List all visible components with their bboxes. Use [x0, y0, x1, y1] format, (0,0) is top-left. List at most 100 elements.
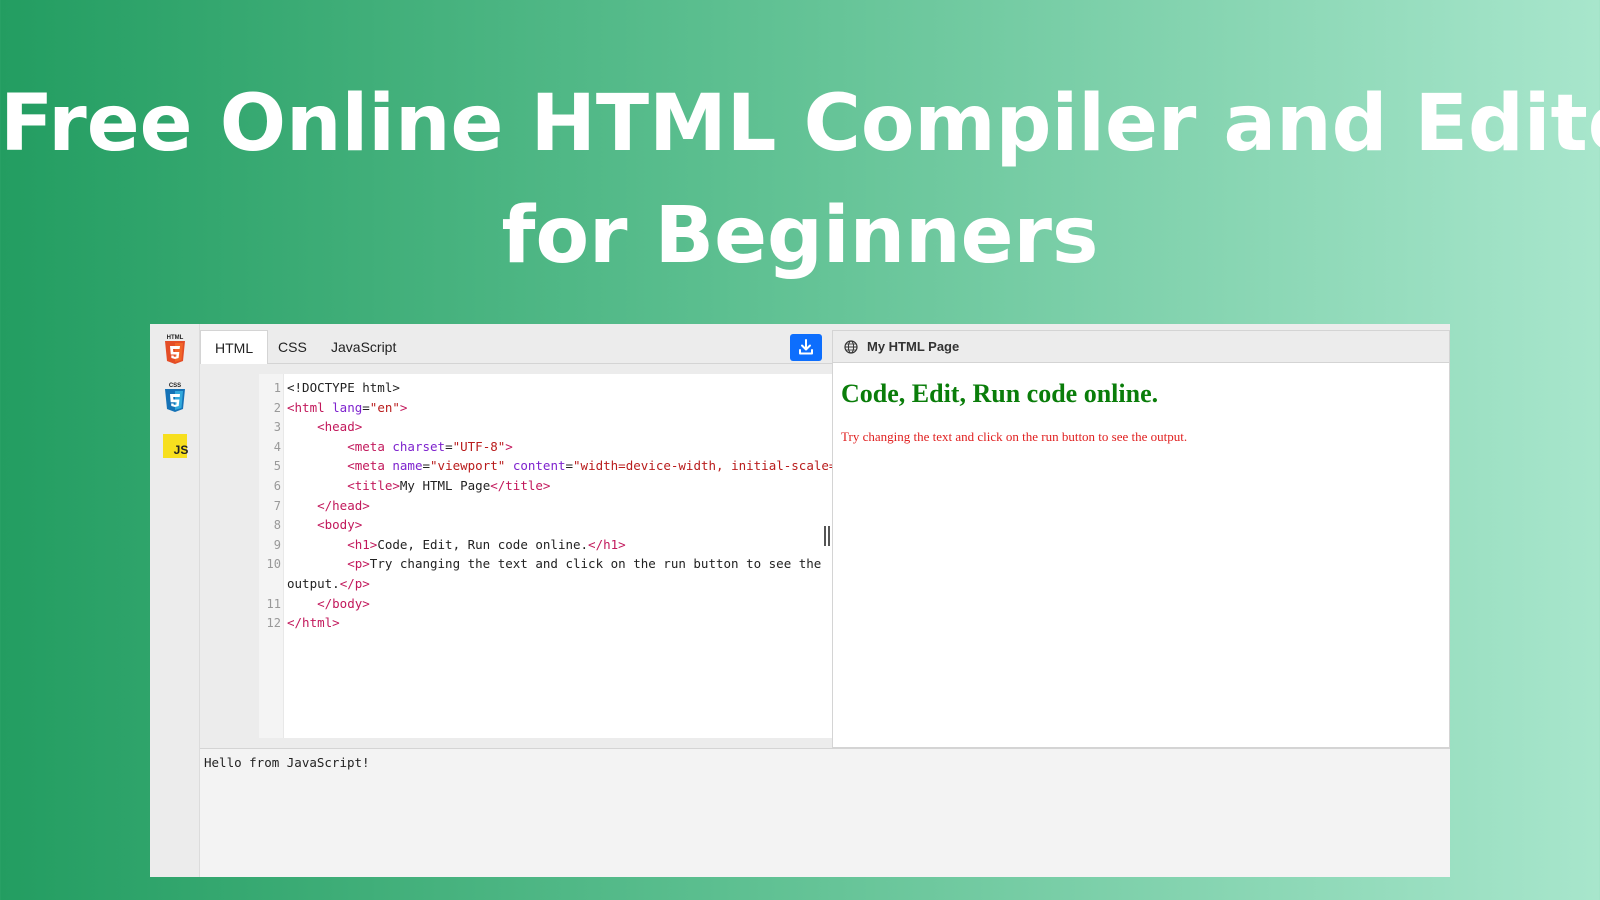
code-token: </body>	[317, 595, 370, 611]
code-token: =	[362, 399, 370, 415]
output-paragraph: Try changing the text and click on the r…	[841, 429, 1188, 444]
code-line-text: </html>	[287, 613, 340, 633]
sidebar-item-javascript[interactable]: JS	[158, 428, 192, 462]
code-token: output.	[287, 576, 340, 591]
line-number: 10	[266, 557, 281, 572]
tab-javascript[interactable]: JavaScript	[317, 330, 410, 364]
code-line-text: <head>	[287, 417, 362, 437]
code-token: Code, Edit, Run code online.	[377, 536, 589, 552]
code-token: >	[505, 438, 513, 454]
line-number: 11	[266, 596, 281, 611]
code-token: <title>	[347, 478, 400, 493]
pane-resize-handle[interactable]	[822, 524, 832, 548]
sidebar-item-html[interactable]: HTML	[158, 332, 192, 366]
code-line-text: <!DOCTYPE html>	[287, 378, 400, 398]
code-line[interactable]: 9 <h1>Code, Edit, Run code online.</h1>	[259, 535, 863, 555]
code-token: name	[392, 458, 423, 474]
code-line[interactable]: 4 <meta charset="UTF-8">	[259, 437, 863, 457]
code-line[interactable]: 2 <html lang="en">	[259, 398, 863, 418]
code-token: "en"	[369, 399, 400, 415]
line-number: 1	[273, 381, 281, 395]
code-editor[interactable]: 1 <!DOCTYPE html> 2 <html lang="en"> 3 <head…	[259, 374, 874, 738]
code-token: <html	[287, 399, 333, 415]
line-number: 9	[273, 537, 281, 552]
code-token: <head>	[317, 419, 363, 435]
code-token: <meta	[347, 458, 393, 474]
code-line-text: </head>	[287, 496, 370, 516]
download-button[interactable]	[790, 334, 822, 361]
code-token: >	[399, 399, 408, 415]
code-line-text: </body>	[287, 594, 370, 614]
code-line[interactable]: output.</p>	[259, 574, 863, 594]
code-token: </head>	[317, 497, 370, 513]
code-line[interactable]: 5 <meta name="viewport" content="width=d…	[259, 456, 874, 476]
code-line[interactable]: 7 </head>	[259, 496, 863, 516]
js-icon-label: JS	[174, 443, 189, 457]
preview-page-title: My HTML Page	[867, 339, 960, 354]
code-token: <h1>	[347, 536, 378, 552]
page-headline: Free Online HTML Compiler and Editor for…	[0, 68, 1600, 292]
code-token: Try changing the text and click on the r…	[369, 556, 822, 572]
line-number: 12	[266, 616, 281, 631]
download-icon	[799, 339, 813, 355]
editor-tab-bar: HTML CSS JavaScript	[200, 330, 832, 364]
tab-html[interactable]: HTML	[200, 330, 269, 364]
headline-line-1: Free Online HTML Compiler and Editor	[0, 79, 1600, 169]
code-token: "width=device-width, initial-scale=1.0"	[573, 458, 867, 474]
console-output-panel: Hello from JavaScript!	[200, 748, 1450, 877]
css-icon-label: CSS	[169, 383, 181, 389]
sidebar-item-css[interactable]: CSS	[158, 380, 192, 414]
line-number: 3	[273, 420, 281, 435]
code-token: <body>	[317, 517, 363, 533]
preview-title-bar: My HTML Page	[833, 331, 1449, 363]
code-token: lang	[332, 399, 363, 415]
line-number: 6	[273, 479, 281, 493]
code-line[interactable]: 10 <p>Try changing the text and click on…	[259, 554, 863, 574]
code-token: </h1>	[588, 536, 626, 552]
code-token: </p>	[339, 576, 370, 591]
line-number: 5	[273, 459, 281, 474]
code-line[interactable]: 8 <body>	[259, 515, 863, 535]
code-token: My HTML Page	[399, 478, 491, 493]
line-number: 8	[273, 518, 281, 533]
code-token: =	[445, 438, 453, 454]
line-number: 4	[273, 439, 281, 454]
code-line-text: output.</p>	[287, 574, 370, 594]
html-icon-label: HTML	[167, 335, 184, 341]
output-heading: Code, Edit, Run code online.	[841, 379, 1159, 408]
code-line[interactable]: 3 <head>	[259, 417, 863, 437]
code-token: <meta	[347, 438, 393, 454]
line-number: 7	[273, 498, 281, 513]
code-token: content	[512, 458, 566, 474]
output-preview-pane: My HTML Page Code, Edit, Run code online…	[832, 330, 1450, 748]
code-token: </html>	[287, 615, 340, 631]
code-line-text: <meta charset="UTF-8">	[287, 437, 513, 457]
code-line-text: <p>Try changing the text and click on th…	[287, 554, 821, 574]
line-number: 2	[273, 400, 281, 415]
language-sidebar: HTML CSS JS	[150, 324, 200, 877]
code-line[interactable]: 12 </html>	[259, 613, 863, 633]
code-token: <p>	[347, 556, 370, 572]
code-line[interactable]: 11 </body>	[259, 594, 863, 614]
code-line[interactable]: 6 <title>My HTML Page</title>	[259, 476, 863, 496]
code-line[interactable]: 1 <!DOCTYPE html>	[259, 378, 863, 398]
code-line-text: <title>My HTML Page</title>	[287, 476, 550, 496]
code-token: "UTF-8"	[452, 438, 506, 454]
code-line-text: <body>	[287, 515, 362, 535]
tab-css[interactable]: CSS	[264, 330, 321, 364]
javascript-icon: JS	[163, 434, 189, 458]
code-line-text: <html lang="en">	[287, 398, 407, 418]
code-token: =	[565, 458, 574, 474]
code-token: =	[422, 458, 431, 474]
html5-icon: HTML	[165, 335, 185, 364]
code-editor-pane: HTML CSS JavaScript 1 <!DOCTYPE html> 2 <ht…	[200, 324, 874, 746]
